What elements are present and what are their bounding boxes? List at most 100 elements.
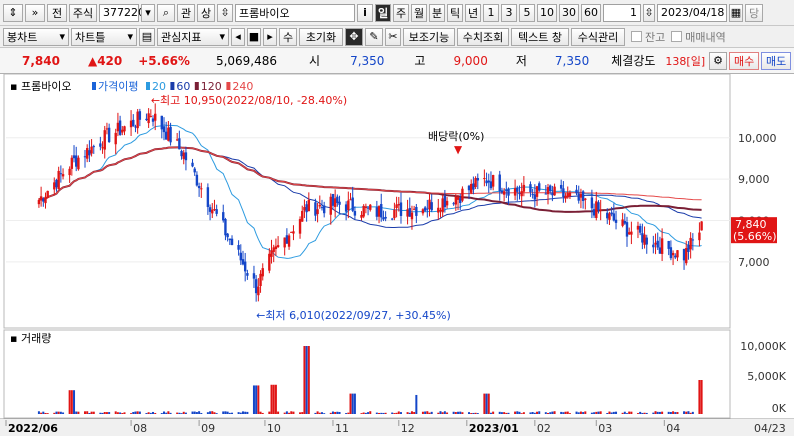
volume-bar (147, 412, 150, 414)
candle-body (134, 126, 137, 128)
period-1-button[interactable]: 주 (393, 3, 409, 22)
volume-value: 5,069,486 (215, 53, 278, 68)
all-mode-button[interactable]: 전 (47, 3, 67, 22)
spin-icon[interactable]: ⇳ (217, 3, 233, 22)
interval-60-button[interactable]: 60 (581, 3, 601, 22)
period-3-button[interactable]: 분 (429, 3, 445, 22)
candle-body (698, 232, 701, 241)
interval-30-button[interactable]: 30 (559, 3, 579, 22)
volume-bar (134, 411, 137, 414)
candle-body (151, 118, 155, 122)
candle-body (415, 206, 418, 216)
volume-bar (68, 390, 71, 414)
candle-body (351, 197, 354, 211)
volume-bar (595, 411, 598, 414)
candle-body (652, 244, 655, 248)
date-input[interactable]: 2023/04/18 (657, 3, 727, 22)
scale-icon[interactable]: 수 (279, 27, 297, 46)
interval-1-button[interactable]: 1 (483, 3, 499, 22)
volume-bar (489, 412, 492, 414)
code-dropdown-icon[interactable]: ▾ (141, 3, 155, 22)
trade-history-checkbox[interactable]: 매매내역 (671, 29, 726, 45)
candle-chart-menu[interactable]: 봉차트 ▾ (3, 27, 69, 46)
chart-frame-menu[interactable]: 차트틀 ▾ (71, 27, 137, 46)
up-icon[interactable]: » (25, 3, 45, 22)
date-tick-label: 11 (335, 422, 349, 435)
candle-body (625, 222, 629, 237)
settings-gear-icon[interactable]: ⚙ (709, 51, 728, 70)
volume-bar (213, 412, 216, 414)
updown-button[interactable]: 상 (197, 3, 215, 22)
volume-bar (391, 412, 394, 414)
interval-10-button[interactable]: 10 (537, 3, 557, 22)
expand-icon[interactable]: ⇕ (3, 3, 23, 22)
volume-bar (367, 412, 370, 414)
period-2-button[interactable]: 월 (411, 3, 427, 22)
volume-bar (318, 412, 321, 414)
candle-body (53, 182, 56, 190)
volume-bar (268, 411, 271, 414)
candle-body (643, 234, 646, 245)
layout-icon[interactable]: ▤ (139, 27, 155, 46)
candle-body (101, 147, 104, 149)
volume-bar (316, 411, 319, 414)
candle-body (667, 240, 670, 249)
period-4-button[interactable]: 틱 (447, 3, 463, 22)
candle-body (597, 202, 600, 210)
candle-body (382, 217, 385, 220)
next-icon[interactable]: ▸ (263, 27, 277, 46)
calendar-icon[interactable]: ▦ (729, 3, 743, 22)
balance-checkbox[interactable]: 잔고 (631, 29, 665, 45)
prev-icon[interactable]: ◂ (231, 27, 245, 46)
text-window-button[interactable]: 텍스트 창 (511, 27, 569, 46)
volume-tick-label: 5,000K (747, 370, 786, 383)
candle-body (314, 202, 317, 216)
market-select[interactable]: 주식 (69, 3, 97, 22)
scissors-icon[interactable]: ✂ (385, 27, 401, 46)
watch-button[interactable]: 관 (177, 3, 195, 22)
stock-code-input[interactable]: 377220 (99, 3, 145, 22)
date-suffix-button[interactable]: 당 (745, 3, 763, 22)
volume-bar (439, 411, 442, 414)
search-icon[interactable]: ⌕ (157, 3, 175, 22)
sell-button[interactable]: 매도 (761, 51, 792, 70)
candle-body (92, 146, 95, 148)
candle-body (608, 213, 611, 220)
info-button[interactable]: i (357, 3, 373, 22)
date-tick-label: 04 (666, 422, 680, 435)
reset-button[interactable]: 초기화 (299, 27, 343, 46)
volume-bar (533, 412, 536, 414)
indicator-menu[interactable]: 관심지표 ▾ (157, 27, 229, 46)
aux-function-button[interactable]: 보조기능 (403, 27, 455, 46)
pen-icon[interactable]: ✎ (365, 27, 383, 46)
volume-bar (382, 412, 385, 414)
high-value: 9,000 (453, 53, 488, 68)
volume-bar (200, 412, 203, 414)
volume-bar (283, 412, 286, 414)
candle-body (366, 207, 370, 209)
period-0-button[interactable]: 일 (375, 3, 391, 22)
price-chart[interactable]: 10,0009,0008,0007,00010,000K5,000K0K2022… (0, 74, 794, 436)
candle-body (70, 157, 74, 169)
volume-bar (244, 411, 247, 414)
volume-bar (560, 411, 563, 414)
volume-bar (292, 411, 295, 414)
count-spin-icon[interactable]: ⇳ (643, 3, 655, 22)
value-query-button[interactable]: 수치조회 (457, 27, 509, 46)
candle-body (533, 194, 537, 200)
buy-button[interactable]: 매수 (729, 51, 760, 70)
stop-icon[interactable]: ■ (247, 27, 261, 46)
volume-bar (579, 411, 582, 414)
interval-3-button[interactable]: 3 (501, 3, 517, 22)
stock-name-field[interactable]: 프롬바이오 (235, 3, 355, 22)
volume-bar (57, 411, 60, 414)
candle-body (410, 212, 414, 220)
crosshair-icon[interactable]: ✥ (345, 27, 363, 46)
count-input[interactable]: 1 (603, 3, 641, 22)
formula-button[interactable]: 수식관리 (571, 27, 625, 46)
candle-body (283, 237, 286, 248)
period-5-button[interactable]: 년 (465, 3, 481, 22)
volume-bar (582, 412, 585, 414)
candle-body (349, 199, 352, 201)
interval-5-button[interactable]: 5 (519, 3, 535, 22)
